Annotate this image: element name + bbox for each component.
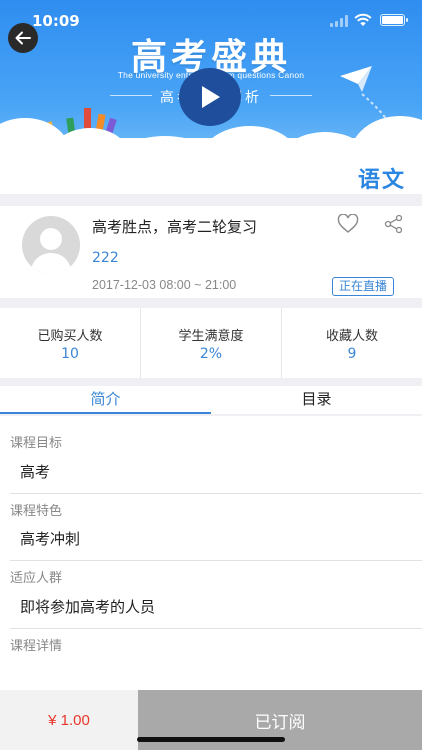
stat-value: 2% [199, 346, 223, 362]
course-detail-screen: 10:09 高考盛典 The university entrance exam … [0, 0, 422, 750]
section-value-feature: 高考冲刺 [20, 530, 81, 548]
tab-intro[interactable]: 简介 [0, 386, 211, 414]
course-banner: 10:09 高考盛典 The university entrance exam … [0, 0, 422, 194]
course-title: 高考胜点，高考二轮复习 [92, 218, 258, 236]
stat-value: 10 [61, 346, 79, 362]
detail-tabs: 简介 目录 [0, 386, 422, 414]
wifi-icon [354, 13, 372, 26]
subject-tag: 语文 [357, 168, 406, 193]
play-icon [202, 86, 220, 108]
avatar-placeholder-icon [30, 228, 72, 274]
course-time: 2017-12-03 08:00 ~ 21:00 [92, 278, 237, 292]
stat-label: 已购买人数 [37, 329, 103, 344]
stat-favorites: 收藏人数 9 [281, 308, 422, 378]
course-info-card: 高考胜点，高考二轮复习 222 2017-12-03 08:00 ~ 21:00… [0, 206, 422, 298]
price-box: ¥ 1.00 [0, 690, 138, 750]
divider [10, 628, 422, 629]
course-code: 222 [92, 250, 119, 266]
section-value-details [10, 657, 410, 671]
divider [10, 493, 422, 494]
section-label-details: 课程详情 [10, 639, 63, 654]
signal-icon [330, 15, 348, 27]
section-label-feature: 课程特色 [10, 504, 63, 519]
course-stats: 已购买人数 10 学生满意度 2% 收藏人数 9 [0, 308, 422, 378]
share-icon[interactable] [384, 214, 404, 234]
stat-value: 9 [347, 346, 357, 362]
stat-satisfaction: 学生满意度 2% [140, 308, 281, 378]
home-indicator [137, 737, 285, 742]
stat-purchased: 已购买人数 10 [0, 308, 140, 378]
section-label-audience: 适应人群 [10, 571, 63, 586]
intro-content: 课程目标 高考 课程特色 高考冲刺 适应人群 即将参加高考的人员 课程详情 [0, 416, 422, 690]
section-label-goal: 课程目标 [10, 436, 63, 451]
play-button[interactable] [179, 68, 241, 126]
heart-icon[interactable] [337, 214, 359, 234]
live-status-badge: 正在直播 [332, 277, 395, 296]
section-value-audience: 即将参加高考的人员 [20, 598, 156, 616]
avatar [22, 216, 80, 274]
divider [10, 560, 422, 561]
stat-label: 学生满意度 [178, 329, 244, 344]
battery-icon [380, 14, 408, 26]
tab-catalog[interactable]: 目录 [211, 386, 422, 414]
price-label: ¥ 1.00 [48, 711, 90, 729]
section-value-goal: 高考 [20, 463, 51, 481]
stat-label: 收藏人数 [325, 329, 378, 344]
